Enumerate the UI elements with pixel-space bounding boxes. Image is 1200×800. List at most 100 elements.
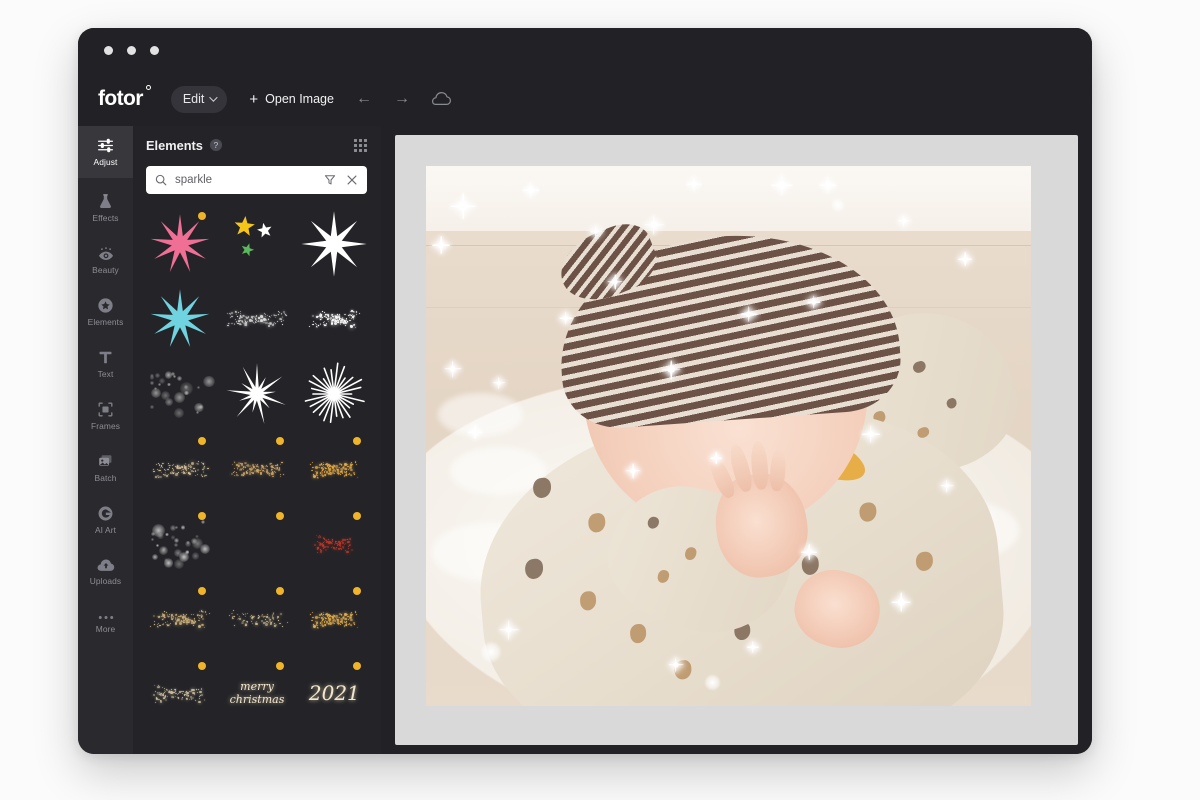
sidebar-item-label: Adjust	[93, 157, 118, 167]
star-badge-icon	[98, 298, 113, 313]
open-image-label: Open Image	[265, 92, 334, 106]
element-tile-white-fine-ray-burst[interactable]	[296, 356, 373, 431]
premium-badge-dot	[353, 512, 361, 520]
element-tile-white-chunky-glitter[interactable]	[296, 281, 373, 356]
help-circle-icon[interactable]: ?	[209, 139, 222, 151]
minimize-dot[interactable]	[127, 46, 136, 55]
sidebar-item-elements[interactable]: Elements	[78, 286, 133, 338]
sidebar-item-label: Uploads	[89, 576, 122, 586]
close-x-icon[interactable]	[346, 174, 358, 186]
element-tile-merry-christmas-script[interactable]: merry christmas	[218, 656, 295, 731]
canvas-sheet[interactable]	[395, 135, 1078, 745]
element-tile-red-gold-spark-burst[interactable]	[296, 506, 373, 581]
app-window: fotor Edit + Open Image ← → Adjust Effec…	[78, 28, 1092, 754]
elements-panel-header: Elements ?	[133, 126, 381, 164]
search-input-value[interactable]: sparkle	[175, 174, 324, 186]
year-2021-sparkler-art: 2021	[308, 681, 360, 705]
element-tile-gold-swirl-dust[interactable]	[141, 581, 218, 656]
registered-mark-icon	[145, 85, 151, 90]
maximize-dot[interactable]	[150, 46, 159, 55]
element-tile-gold-dust-trail-medium[interactable]	[218, 431, 295, 506]
sidebar-item-more[interactable]: More	[78, 598, 133, 650]
flask-icon	[100, 194, 111, 209]
left-tool-rail: Adjust Effects Beauty Elements Text Fram…	[78, 126, 133, 754]
premium-badge-dot	[353, 662, 361, 670]
element-tile-cyan-burst-star[interactable]	[141, 281, 218, 356]
sidebar-item-effects[interactable]: Effects	[78, 182, 133, 234]
batch-icon	[99, 455, 112, 466]
app-toolbar: fotor Edit + Open Image ← →	[78, 72, 1092, 126]
gold-comet-streak-art	[225, 527, 289, 561]
cloud-icon[interactable]	[431, 92, 451, 106]
sidebar-item-label: More	[95, 624, 116, 634]
white-eight-point-star-art	[301, 210, 367, 277]
edit-menu-button[interactable]: Edit	[170, 85, 228, 113]
pale-gold-sparkle-wisp-art	[225, 602, 289, 636]
premium-badge-dot	[198, 437, 207, 445]
premium-badge-dot	[275, 662, 284, 670]
ellipsis-icon	[98, 616, 113, 619]
element-results-grid: merry christmas 2021	[133, 206, 381, 731]
red-gold-spark-burst-art	[302, 527, 366, 561]
premium-badge-dot	[275, 587, 284, 595]
element-tile-pink-burst-star[interactable]	[141, 206, 218, 281]
white-fine-ray-burst-art	[305, 362, 366, 423]
silver-bubble-scatter-art	[149, 520, 211, 570]
premium-badge-dot	[275, 437, 284, 445]
window-titlebar	[78, 28, 1092, 72]
filter-funnel-icon[interactable]	[324, 174, 336, 186]
merry-christmas-script-art: merry christmas	[229, 679, 285, 706]
element-tile-yellow-green-stars[interactable]	[218, 206, 295, 281]
text-t-icon	[99, 351, 112, 364]
sidebar-item-text[interactable]: Text	[78, 338, 133, 390]
redo-arrow-right-icon[interactable]: →	[394, 91, 410, 107]
premium-badge-dot	[353, 587, 361, 595]
traffic-lights	[104, 46, 159, 55]
grid-view-icon[interactable]	[354, 138, 367, 152]
sidebar-item-batch[interactable]: Batch	[78, 442, 133, 494]
gold-swirl-dust-art	[148, 602, 212, 636]
element-tile-gold-firework-cloud[interactable]	[296, 581, 373, 656]
elements-panel: Elements ? sparkle merry christmas 2021	[133, 126, 381, 754]
element-tile-year-2021-sparkler[interactable]: 2021	[296, 656, 373, 731]
element-tile-gold-comet-streak[interactable]	[218, 506, 295, 581]
premium-badge-dot	[353, 437, 361, 445]
close-dot[interactable]	[104, 46, 113, 55]
fine-silver-dust-streak-art	[225, 302, 289, 336]
element-tile-white-eight-point-star[interactable]	[296, 206, 373, 281]
element-tile-champagne-dust-spray[interactable]	[141, 656, 218, 731]
white-spiky-starburst-art	[226, 362, 286, 424]
sidebar-item-adjust[interactable]: Adjust	[78, 126, 133, 178]
frame-icon	[98, 402, 113, 417]
ai-art-icon	[98, 506, 113, 521]
silver-bokeh-cluster-art	[149, 370, 215, 419]
sidebar-item-frames[interactable]: Frames	[78, 390, 133, 442]
premium-badge-dot	[198, 587, 207, 595]
premium-badge-dot	[275, 512, 284, 520]
search-input[interactable]: sparkle	[146, 166, 367, 194]
undo-arrow-left-icon[interactable]: ←	[356, 91, 372, 107]
gold-glitter-swoosh-art	[302, 452, 366, 486]
sidebar-item-beauty[interactable]: Beauty	[78, 234, 133, 286]
element-tile-silver-bubble-scatter[interactable]	[141, 506, 218, 581]
chevron-down-icon	[209, 93, 219, 102]
photo-canvas[interactable]	[426, 166, 1031, 706]
sidebar-item-uploads[interactable]: Uploads	[78, 546, 133, 598]
yellow-green-stars-art	[234, 215, 272, 256]
canvas-stage	[381, 126, 1092, 754]
sidebar-item-label: Frames	[91, 421, 120, 431]
upload-cloud-icon	[97, 559, 114, 571]
element-tile-pale-gold-sparkle-wisp[interactable]	[218, 581, 295, 656]
sidebar-item-label: Beauty	[92, 264, 119, 275]
edit-menu-label: Edit	[182, 92, 205, 106]
bokeh-light	[704, 673, 722, 691]
gold-dust-trail-medium-art	[225, 452, 289, 486]
element-tile-fine-silver-dust-streak[interactable]	[218, 281, 295, 356]
element-tile-white-spiky-starburst[interactable]	[218, 356, 295, 431]
plus-icon: +	[249, 90, 259, 108]
sidebar-item-ai-art[interactable]: AI Art	[78, 494, 133, 546]
element-tile-gold-glitter-swoosh[interactable]	[296, 431, 373, 506]
element-tile-silver-bokeh-cluster[interactable]	[141, 356, 218, 431]
open-image-button[interactable]: + Open Image	[249, 92, 334, 107]
element-tile-gold-dust-trail-light[interactable]	[141, 431, 218, 506]
